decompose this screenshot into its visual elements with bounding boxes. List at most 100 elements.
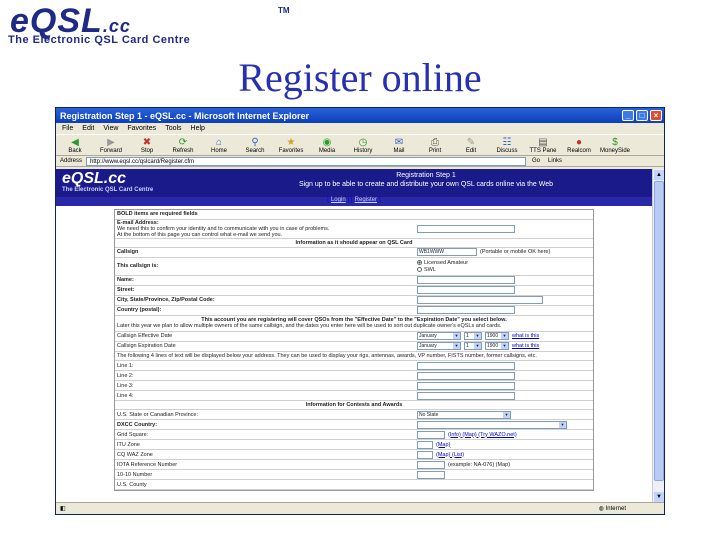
expiration-year-select[interactable]: 1900 (485, 342, 509, 350)
expiration-day-select[interactable]: 1 (464, 342, 482, 350)
address-input[interactable]: http://www.eqsl.cc/qslcard/Register.cfm (86, 156, 527, 166)
us-county-label: U.S. County (117, 481, 147, 488)
street-row: Street: (115, 286, 593, 296)
itu-map-link[interactable]: (Map) (436, 442, 450, 448)
menu-view[interactable]: View (103, 125, 118, 132)
country-label: Country (postal): (117, 307, 162, 313)
callsign-label: Callsign (117, 249, 139, 255)
radio-swl[interactable]: SWL (417, 267, 436, 273)
line1-label: Line 1: (117, 362, 134, 369)
close-button[interactable]: × (650, 110, 662, 121)
us-county-row: U.S. County (115, 480, 593, 490)
favorites-button[interactable]: ★ Favorites (276, 137, 306, 154)
dxcc-select[interactable] (417, 420, 567, 429)
mail-button[interactable]: ✉ Mail (384, 137, 414, 154)
forward-button[interactable]: ▶ Forward (96, 137, 126, 154)
expiration-date-label: Callsign Expiration Date (117, 343, 176, 349)
back-arrow-icon: ◀ (71, 136, 79, 148)
banner-title: Registration Step 1 (396, 172, 456, 179)
callsign-type-label: This callsign is: (117, 263, 159, 269)
cq-row: CQ WAZ Zone (Map) (List) (115, 450, 593, 460)
grid-links[interactable]: (Info) (Map) (Try WAZO.net) (448, 432, 517, 438)
callsign-field[interactable]: WB1WWW (417, 248, 477, 256)
iota-field[interactable] (417, 460, 445, 469)
internet-zone: ◍ Internet (598, 506, 626, 512)
section-contests: Information for Contests and Awards (115, 401, 593, 410)
scroll-up-arrow-icon[interactable]: ▲ (654, 170, 664, 180)
grid-row: Grid Square: (Info) (Map) (Try WAZO.net) (115, 430, 593, 440)
menu-favorites[interactable]: Favorites (127, 125, 156, 132)
realcom-button[interactable]: ● Realcom (564, 137, 594, 154)
page-content: eQSL.cc The Electronic QSL Card Centre R… (56, 169, 652, 503)
radio-swl-control[interactable] (417, 266, 422, 272)
dxcc-label: DXCC Country: (117, 421, 158, 428)
scroll-thumb[interactable] (654, 181, 664, 481)
line1-field[interactable] (417, 361, 515, 370)
line3-field[interactable] (417, 381, 515, 390)
logo-subtitle: The Electronic QSL Card Centre (8, 34, 191, 46)
go-button[interactable]: Go (532, 158, 540, 164)
tts-icon: ▤ (538, 136, 548, 148)
country-field[interactable] (417, 306, 515, 314)
required-note: BOLD items are required fields (115, 210, 593, 220)
moneyside-icon: $ (612, 136, 618, 148)
site-logo[interactable]: eQSL.cc (62, 170, 126, 188)
itu-row: ITU Zone (Map) (115, 440, 593, 450)
tenten-field[interactable] (417, 470, 445, 479)
line2-field[interactable] (417, 371, 515, 380)
login-link[interactable]: Login (331, 197, 346, 203)
itu-field[interactable] (417, 440, 433, 449)
links-button[interactable]: Links (548, 158, 562, 164)
history-button[interactable]: ◷ History (348, 137, 378, 154)
register-link[interactable]: Register (355, 197, 377, 203)
line4-field[interactable] (417, 391, 515, 400)
moneyside-button[interactable]: $ MoneySide (600, 137, 630, 154)
search-button[interactable]: ⚲ Search (240, 137, 270, 154)
vertical-scrollbar[interactable]: ▲ ▼ (652, 169, 664, 503)
email-row: E-mail Address: We need this to confirm … (115, 220, 593, 239)
minimize-button[interactable]: _ (622, 110, 634, 121)
print-button[interactable]: ⎙ Print (420, 137, 450, 154)
state-label: U.S. State or Canadian Province: (117, 411, 199, 418)
scroll-down-arrow-icon[interactable]: ▼ (654, 492, 664, 502)
refresh-button[interactable]: ⟳ Refresh (168, 137, 198, 154)
menu-tools[interactable]: Tools (165, 125, 181, 132)
edit-button[interactable]: ✎ Edit (456, 137, 486, 154)
effective-day-select[interactable]: 1 (464, 332, 482, 340)
stop-button[interactable]: ✖ Stop (132, 137, 162, 154)
menu-help[interactable]: Help (191, 125, 205, 132)
menu-edit[interactable]: Edit (82, 125, 94, 132)
mail-icon: ✉ (394, 136, 404, 148)
name-field[interactable] (417, 276, 515, 284)
browser-toolbar: ◀ Back ▶ Forward ✖ Stop ⟳ Refresh ⌂ Home ⚲ Sea… (56, 134, 664, 156)
radio-licensed-control[interactable] (417, 259, 422, 265)
home-button[interactable]: ⌂ Home (204, 137, 234, 154)
logo-trademark: TM (278, 6, 290, 15)
banner-links: [Login] [Register] (56, 197, 652, 206)
discuss-button[interactable]: ☷ Discuss (492, 137, 522, 154)
back-button[interactable]: ◀ Back (60, 137, 90, 154)
tts-pane-button[interactable]: ▤ TTS Pane (528, 137, 558, 154)
cq-links[interactable]: (Map) (List) (436, 452, 464, 458)
media-button[interactable]: ◉ Media (312, 137, 342, 154)
effective-month-select[interactable]: January (417, 332, 461, 340)
menu-file[interactable]: File (62, 125, 73, 132)
street-field[interactable] (417, 286, 515, 294)
menu-bar: File Edit View Favorites Tools Help (56, 123, 664, 134)
effective-what-is-this-link[interactable]: what is this (512, 333, 539, 339)
radio-licensed[interactable]: Licensed Amateur (417, 260, 468, 266)
expiration-month-select[interactable]: January (417, 342, 461, 350)
maximize-button[interactable]: □ (636, 110, 648, 121)
city-field[interactable] (417, 296, 543, 304)
line2-row: Line 2: (115, 371, 593, 381)
expiration-what-is-this-link[interactable]: what is this (512, 343, 539, 349)
grid-field[interactable] (417, 430, 445, 439)
name-row: Name: (115, 276, 593, 286)
line1-row: Line 1: (115, 361, 593, 371)
cq-field[interactable] (417, 450, 433, 459)
effective-year-select[interactable]: 1900 (485, 332, 509, 340)
search-icon: ⚲ (251, 136, 259, 148)
state-select[interactable]: No State (417, 410, 511, 419)
section-card-info: Information as it should appear on QSL C… (115, 239, 593, 248)
email-field[interactable] (417, 224, 515, 233)
